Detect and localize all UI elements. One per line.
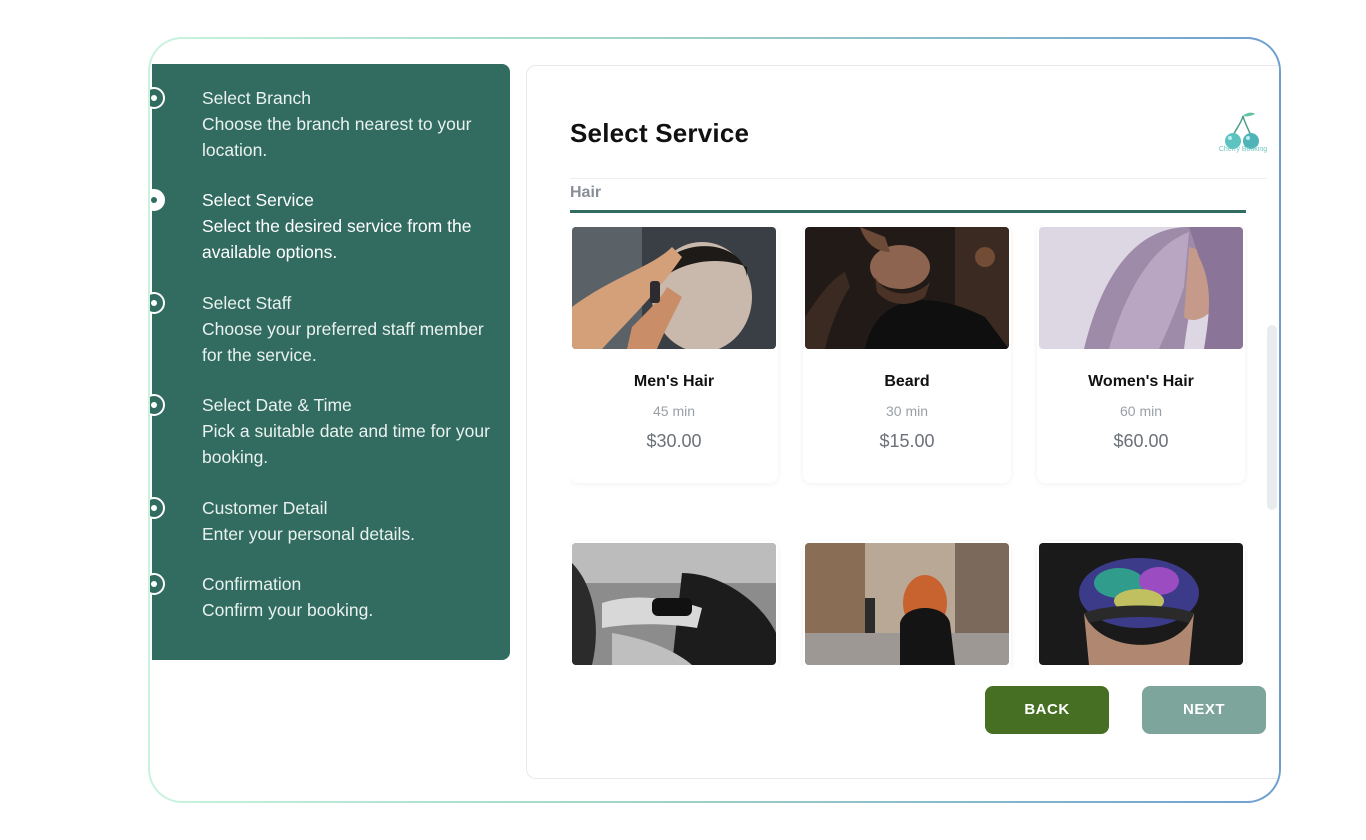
service-grid: Men's Hair 45 min $30.00 Beard 30 min $1… [570, 225, 1250, 667]
app-frame: Select Branch Choose the branch nearest … [148, 37, 1281, 803]
service-name: Women's Hair [1088, 373, 1194, 390]
next-button[interactable]: NEXT [1142, 686, 1266, 734]
step-description: Select the desired service from the avai… [202, 216, 472, 262]
service-image [1039, 543, 1243, 665]
step-description: Confirm your booking. [202, 600, 374, 620]
service-name: Men's Hair [633, 373, 715, 390]
step-description: Choose the branch nearest to your locati… [202, 114, 472, 160]
step-title: Select Staff [202, 293, 292, 313]
service-card-styling[interactable] [1037, 541, 1245, 667]
steps-sidebar: Select Branch Choose the branch nearest … [150, 64, 510, 660]
service-card-mens-hair[interactable]: Men's Hair 45 min $30.00 [570, 225, 778, 483]
service-price: $30.00 [646, 431, 702, 451]
category-tab-hair[interactable]: Hair [570, 184, 601, 202]
service-image [805, 543, 1009, 665]
service-panel: Select Service Cherry Booking Hair Men's… [526, 65, 1279, 779]
step-indicator-icon [150, 292, 165, 314]
step-indicator-icon [150, 394, 165, 416]
category-underline [570, 210, 1246, 213]
service-card-coloring[interactable] [803, 541, 1011, 667]
step-description: Enter your personal details. [202, 524, 416, 544]
service-duration: 45 min [652, 403, 696, 419]
service-card-womens-hair[interactable]: Women's Hair 60 min $60.00 [1037, 225, 1245, 483]
step-title: Select Service [202, 190, 314, 210]
step-indicator-icon [150, 87, 165, 109]
step-indicator-icon [150, 189, 165, 211]
service-image [805, 227, 1009, 349]
divider [570, 178, 1267, 179]
step-title: Select Branch [202, 88, 311, 108]
step-description: Choose your preferred staff member for t… [202, 319, 484, 365]
step-title: Confirmation [202, 574, 302, 594]
step-description: Pick a suitable date and time for your b… [202, 421, 490, 467]
service-image [572, 543, 776, 665]
service-card-blow-dry[interactable] [570, 541, 778, 667]
scrollbar[interactable] [1267, 325, 1277, 510]
app-frame-inner: Select Branch Choose the branch nearest … [150, 39, 1279, 801]
back-button[interactable]: BACK [985, 686, 1109, 734]
service-image [1039, 227, 1243, 349]
step-indicator-icon [150, 497, 165, 519]
service-duration: 30 min [885, 403, 929, 419]
logo-text: Cherry Booking [1218, 146, 1268, 153]
service-image [572, 227, 776, 349]
service-price: $60.00 [1113, 431, 1169, 451]
service-card-beard[interactable]: Beard 30 min $15.00 [803, 225, 1011, 483]
service-price: $15.00 [879, 431, 935, 451]
service-duration: 60 min [1119, 403, 1163, 419]
step-indicator-icon [150, 573, 165, 595]
step-title: Customer Detail [202, 498, 328, 518]
service-name: Beard [884, 373, 930, 390]
page-title: Select Service [570, 118, 750, 148]
step-title: Select Date & Time [202, 395, 352, 415]
